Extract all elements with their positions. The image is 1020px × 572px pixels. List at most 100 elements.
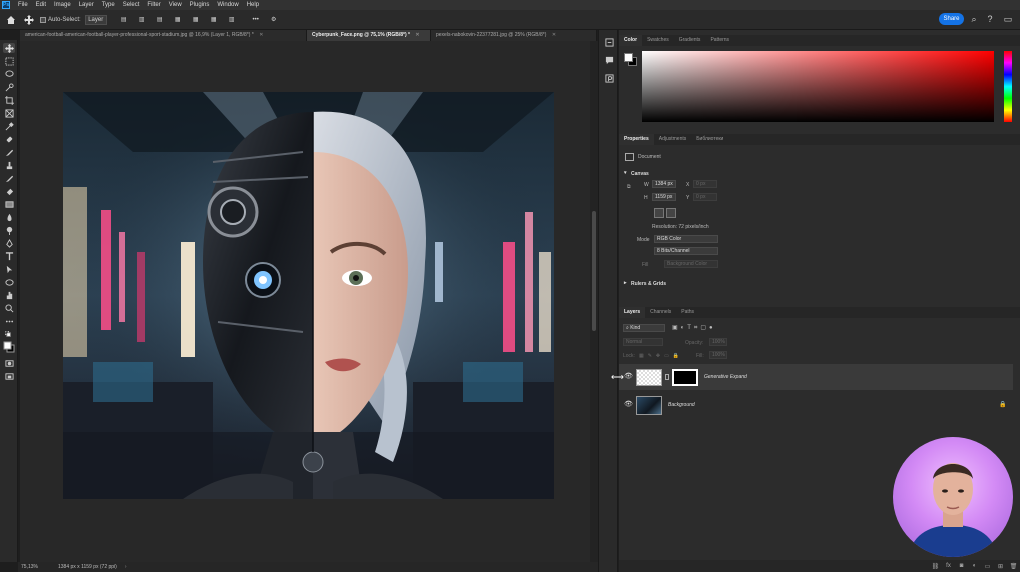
scroll-thumb[interactable] [592,211,596,331]
close-icon[interactable]: ✕ [415,32,419,38]
pen-tool-icon[interactable] [3,238,15,248]
new-group-icon[interactable]: ▭ [981,563,994,570]
bit-depth-dropdown[interactable]: 8 Bits/Channel [654,247,718,255]
tab-libraries[interactable]: Библиотеки [691,134,728,145]
add-mask-icon[interactable]: ◙ [955,563,968,569]
new-layer-icon[interactable]: ⊞ [994,563,1007,570]
link-layers-icon[interactable]: ⛓ [929,563,942,570]
fill-dropdown[interactable]: Background Color [664,260,718,268]
rulers-grids-section-title[interactable]: Rulers & Grids [631,281,666,287]
tab-color[interactable]: Color [619,35,643,46]
portrait-orientation-icon[interactable] [654,208,664,218]
history-brush-tool-icon[interactable] [3,173,15,183]
search-icon[interactable]: ⌕ [968,13,980,25]
screen-mode-icon[interactable] [3,371,15,381]
clone-stamp-tool-icon[interactable] [3,160,15,170]
tab-document-2[interactable]: Cyberpunk_Face.png @ 75,1% (RGB/8*) * ✕ [307,30,431,41]
link-icon[interactable] [665,374,669,380]
layer-name[interactable]: Background [668,402,695,408]
more-options-icon[interactable]: ••• [249,13,263,27]
tab-patterns[interactable]: Patterns [705,35,734,46]
width-field[interactable]: 1384 px [652,180,676,188]
move-tool-icon[interactable] [3,43,15,53]
align-bottom-icon[interactable]: ▦ [207,13,221,27]
home-icon[interactable] [4,13,18,27]
align-top-icon[interactable]: ▦ [171,13,185,27]
paragraph-icon[interactable] [603,72,615,84]
x-field[interactable]: 0 px [693,180,717,188]
more-tools-icon[interactable] [3,316,15,326]
dodge-tool-icon[interactable] [3,225,15,235]
healing-brush-tool-icon[interactable] [3,134,15,144]
menu-edit[interactable]: Edit [32,2,50,8]
tab-properties[interactable]: Properties [619,134,654,145]
hand-tool-icon[interactable] [3,290,15,300]
link-icon[interactable]: ⧉ [627,184,631,190]
marquee-tool-icon[interactable] [3,56,15,66]
delete-layer-icon[interactable]: 🗑 [1007,563,1020,570]
eraser-tool-icon[interactable] [3,186,15,196]
menu-image[interactable]: Image [50,2,75,8]
layer-filter-icons[interactable]: ▣◐T⌗▢● [672,324,716,332]
chevron-down-icon[interactable]: ▾ [624,170,627,176]
close-icon[interactable]: ✕ [259,32,263,38]
menu-file[interactable]: File [14,2,32,8]
color-picker-field[interactable] [642,51,994,122]
close-icon[interactable]: ✕ [552,32,556,38]
menu-window[interactable]: Window [213,2,242,8]
vertical-scrollbar[interactable] [590,41,598,562]
menu-select[interactable]: Select [119,2,144,8]
eye-icon[interactable]: 👁 [624,373,633,381]
menu-layer[interactable]: Layer [75,2,98,8]
photoshop-logo-icon[interactable]: Ps [2,1,10,9]
layer-mask-thumbnail[interactable] [672,369,698,386]
help-icon[interactable]: ? [984,13,996,25]
chevron-right-icon[interactable]: › [125,564,127,570]
cyberpunk-face-artwork[interactable] [63,92,554,499]
distribute-icon[interactable]: ▥ [225,13,239,27]
foreground-background-swatch[interactable] [3,340,15,354]
tab-channels[interactable]: Channels [645,307,676,318]
gradient-tool-icon[interactable] [3,199,15,209]
blur-tool-icon[interactable] [3,212,15,222]
color-mode-dropdown[interactable]: RGB Color [654,235,718,243]
tab-gradients[interactable]: Gradients [674,35,706,46]
align-center-icon[interactable]: ▥ [135,13,149,27]
tab-document-3[interactable]: pexels-nabokovin-22377281.jpg @ 25% (RGB… [431,30,597,41]
comments-icon[interactable] [603,54,615,66]
tab-document-1[interactable]: american-football-american-football-play… [20,30,307,41]
menu-view[interactable]: View [165,2,186,8]
align-left-icon[interactable]: ▤ [117,13,131,27]
menu-plugins[interactable]: Plugins [186,2,214,8]
shape-tool-icon[interactable] [3,277,15,287]
eye-icon[interactable]: 👁 [624,401,633,409]
canvas-section-title[interactable]: Canvas [631,171,649,177]
tab-swatches[interactable]: Swatches [642,35,674,46]
layer-name[interactable]: Generative Expand [704,374,747,380]
chevron-right-icon[interactable]: ▸ [624,280,627,286]
eyedropper-tool-icon[interactable] [3,121,15,131]
foreground-color-swatch[interactable] [624,53,633,62]
hue-slider[interactable] [1004,51,1012,122]
move-tool-icon[interactable] [22,13,36,27]
tab-adjustments[interactable]: Adjustments [654,134,692,145]
crop-tool-icon[interactable] [3,95,15,105]
adjustment-layer-icon[interactable]: ◐ [968,563,981,569]
quick-mask-icon[interactable] [3,358,15,368]
blend-mode-dropdown[interactable]: Normal [623,338,663,346]
object-selection-tool-icon[interactable] [3,82,15,92]
path-selection-tool-icon[interactable] [3,264,15,274]
share-button[interactable]: Share [939,13,964,25]
layer-row[interactable]: 👁 Generative Expand [619,364,1013,390]
gear-icon[interactable]: ⚙ [267,13,281,27]
frame-tool-icon[interactable] [3,108,15,118]
menu-filter[interactable]: Filter [143,2,164,8]
y-field[interactable]: 0 px [693,193,717,201]
default-colors-icon[interactable] [3,330,15,340]
zoom-tool-icon[interactable] [3,303,15,313]
height-field[interactable]: 1159 px [652,193,676,201]
auto-select-checkbox[interactable]: Auto-Select: [40,13,81,27]
tab-paths[interactable]: Paths [676,307,699,318]
fill-field[interactable]: 100% [709,351,727,359]
auto-select-dropdown[interactable]: Layer [84,14,107,25]
